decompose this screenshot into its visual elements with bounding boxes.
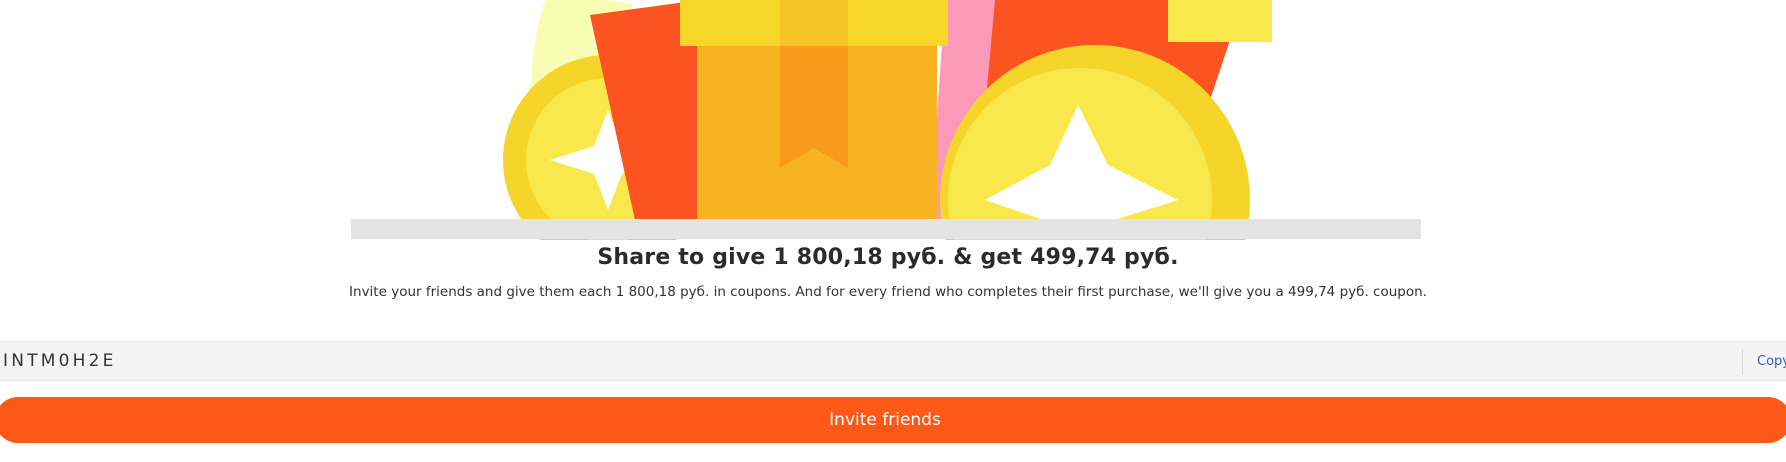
invite-code-row: INTM0H2E Copy — [0, 341, 1786, 381]
invite-friends-label: Invite friends — [829, 410, 941, 430]
reward-headline: Share to give 1 800,18 руб. & get 499,74… — [597, 245, 1179, 270]
reward-description: Invite your friends and give them each 1… — [349, 284, 1427, 300]
invite-code-text: INTM0H2E — [3, 351, 117, 371]
illustration-shelf-shape — [351, 219, 1421, 239]
copy-divider — [1742, 349, 1743, 375]
gift-illustration — [0, 0, 1786, 240]
gift-box-icon — [680, 0, 948, 220]
yellow-tab-shape — [1168, 0, 1272, 42]
invite-friends-button[interactable]: Invite friends — [0, 397, 1786, 443]
invite-friends-page: Share to give 1 800,18 руб. & get 499,74… — [0, 0, 1786, 462]
copy-code-button[interactable]: Copy — [1757, 354, 1786, 369]
